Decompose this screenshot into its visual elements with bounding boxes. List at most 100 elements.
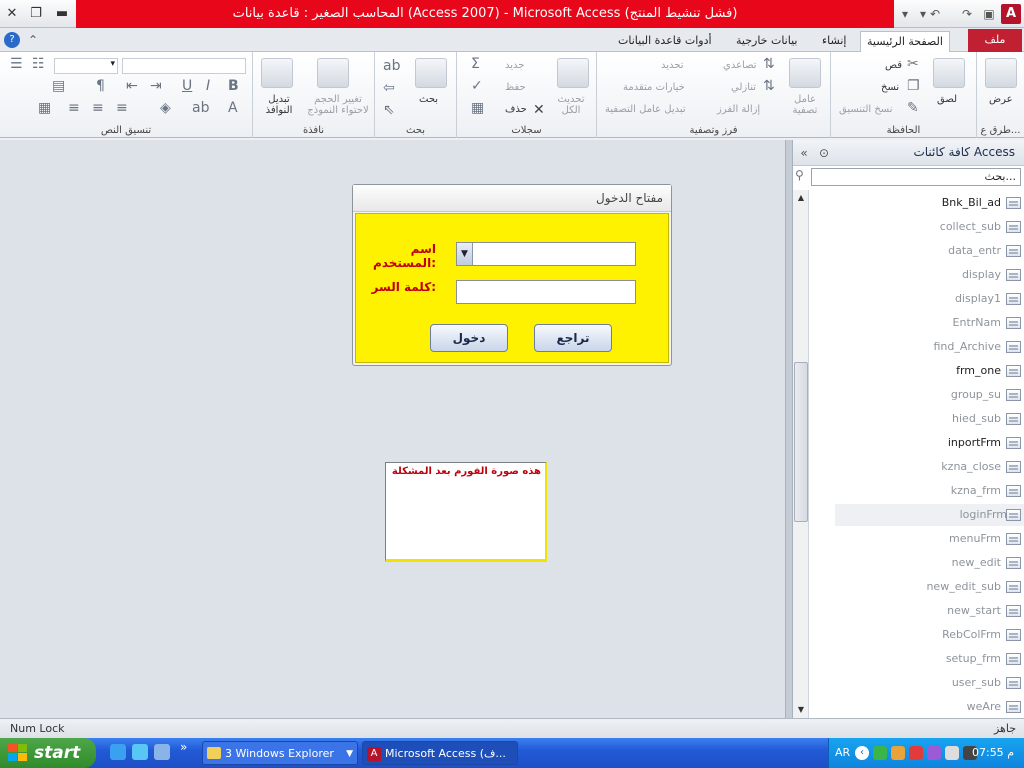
- highlight-icon[interactable]: ab: [192, 100, 209, 116]
- nav-item-loginfrm[interactable]: loginFrm: [835, 504, 1024, 526]
- nav-item-user-sub[interactable]: user_sub: [821, 672, 1001, 694]
- increase-indent-icon[interactable]: ⇥: [150, 78, 162, 94]
- nav-item-hied-sub[interactable]: hied_sub: [821, 408, 1001, 430]
- nav-pane-title[interactable]: كافة كائنات Access: [913, 145, 1015, 159]
- nav-scrollbar[interactable]: ▲ ▼: [793, 190, 809, 718]
- paintbrush-icon[interactable]: ✎: [907, 100, 919, 116]
- format-painter-label[interactable]: نسخ التنسيق: [839, 104, 892, 115]
- undo-icon[interactable]: ↶: [926, 5, 944, 23]
- tab-external-data[interactable]: بيانات خارجية: [730, 31, 803, 52]
- new-record-label[interactable]: جديد: [505, 60, 524, 71]
- restore-window-icon[interactable]: ❐: [26, 4, 46, 24]
- switch-windows-icon[interactable]: [261, 58, 293, 88]
- fill-color-icon[interactable]: ◈: [160, 100, 171, 116]
- nav-item-new-edit-sub[interactable]: new_edit_sub: [821, 576, 1001, 598]
- tray-expand-icon[interactable]: ‹: [855, 746, 869, 760]
- align-center-icon[interactable]: ≡: [92, 100, 104, 116]
- scroll-down-icon[interactable]: ▼: [795, 704, 807, 716]
- italic-icon[interactable]: I: [206, 78, 210, 94]
- cancel-button[interactable]: تراجع: [534, 324, 612, 352]
- more-icon[interactable]: ▦: [471, 100, 484, 116]
- replace-icon[interactable]: ab: [383, 58, 400, 74]
- decrease-indent-icon[interactable]: ⇤: [126, 78, 138, 94]
- tab-database-tools[interactable]: أدوات قاعدة البيانات: [612, 31, 718, 52]
- username-dropdown-icon[interactable]: ▼: [457, 243, 473, 265]
- font-size-combo[interactable]: ▾: [54, 58, 118, 74]
- start-button[interactable]: start: [0, 738, 96, 768]
- collapse-pane-icon[interactable]: «: [795, 144, 813, 162]
- size-to-fit-label[interactable]: تغيير الحجم لاحتواء النموذج: [303, 94, 373, 116]
- task-access[interactable]: A Microsoft Access (ف...: [362, 741, 518, 765]
- ie-icon[interactable]: [110, 744, 126, 760]
- scroll-up-icon[interactable]: ▲: [795, 192, 807, 204]
- toggle-filter-label[interactable]: تبديل عامل التصفية: [605, 104, 686, 115]
- nav-item-group-su[interactable]: group_su: [821, 384, 1001, 406]
- nav-menu-icon[interactable]: ⊙: [815, 144, 833, 162]
- save-icon[interactable]: ▣: [980, 5, 998, 23]
- align-right-icon[interactable]: ≡: [116, 100, 128, 116]
- nav-item-display1[interactable]: display1: [821, 288, 1001, 310]
- gridlines-icon[interactable]: ▤: [52, 78, 65, 94]
- scroll-thumb[interactable]: [794, 362, 808, 522]
- copy-label[interactable]: نسخ: [881, 82, 899, 93]
- underline-icon[interactable]: U: [182, 78, 192, 94]
- minimize-ribbon-icon[interactable]: ⌃: [24, 31, 42, 49]
- nav-item-bnk-bil-ad[interactable]: Bnk_Bil_ad: [821, 192, 1001, 214]
- scissors-icon[interactable]: ✂: [907, 56, 919, 72]
- view-label[interactable]: عرض: [989, 94, 1013, 105]
- media-player-icon[interactable]: [154, 744, 170, 760]
- help-icon[interactable]: ?: [4, 32, 20, 48]
- delete-icon[interactable]: ✕: [533, 102, 545, 118]
- binoculars-icon[interactable]: [415, 58, 447, 88]
- nav-item-kzna-close[interactable]: kzna_close: [821, 456, 1001, 478]
- switch-windows-label[interactable]: تبديل النوافذ: [257, 94, 301, 116]
- view-icon[interactable]: [985, 58, 1017, 88]
- font-color-icon[interactable]: A: [228, 100, 238, 116]
- username-combo[interactable]: ▼: [456, 242, 636, 266]
- nav-item-setup-frm[interactable]: setup_frm: [821, 648, 1001, 670]
- volume-icon[interactable]: [945, 746, 959, 760]
- save-record-label[interactable]: حفظ: [505, 82, 526, 93]
- language-indicator[interactable]: AR: [835, 746, 850, 759]
- descending-label[interactable]: تنازلي: [731, 82, 756, 93]
- selection-label[interactable]: تحديد: [661, 60, 684, 71]
- sort-descending-icon[interactable]: ⇅: [763, 78, 775, 94]
- select-icon[interactable]: ⇖: [383, 102, 395, 118]
- search-icon[interactable]: ⚲: [795, 168, 804, 182]
- nav-item-menufrm[interactable]: menuFrm: [821, 528, 1001, 550]
- size-to-fit-icon[interactable]: [317, 58, 349, 88]
- tab-file[interactable]: ملف: [968, 29, 1022, 52]
- nav-item-entrnam[interactable]: EntrNam: [821, 312, 1001, 334]
- filter-icon[interactable]: [789, 58, 821, 88]
- ascending-label[interactable]: تصاعدي: [723, 60, 757, 71]
- nav-search-input[interactable]: بحث...: [811, 168, 1021, 186]
- nav-item-data-entr[interactable]: data_entr: [821, 240, 1001, 262]
- tab-create[interactable]: إنشاء: [816, 31, 852, 52]
- antivirus-icon[interactable]: [909, 746, 923, 760]
- delete-record-label[interactable]: حذف: [505, 104, 527, 115]
- password-field[interactable]: [456, 280, 636, 304]
- totals-icon[interactable]: Σ: [471, 56, 480, 72]
- nav-item-collect-sub[interactable]: collect_sub: [821, 216, 1001, 238]
- close-window-icon[interactable]: ✕: [2, 4, 22, 24]
- advanced-label[interactable]: خيارات متقدمة: [623, 82, 685, 93]
- numbering-icon[interactable]: ☷: [32, 56, 45, 72]
- align-left-icon[interactable]: ≡: [68, 100, 80, 116]
- nav-item-frm-one[interactable]: frm_one: [821, 360, 1001, 382]
- network-icon[interactable]: [873, 746, 887, 760]
- paste-icon[interactable]: [933, 58, 965, 88]
- access-app-icon[interactable]: A: [1001, 4, 1021, 24]
- nav-item-kzna-frm[interactable]: kzna_frm: [821, 480, 1001, 502]
- bullets-icon[interactable]: ☰: [10, 56, 23, 72]
- messenger-icon[interactable]: [132, 744, 148, 760]
- tray-app2-icon[interactable]: [927, 746, 941, 760]
- bold-icon[interactable]: B: [228, 78, 239, 94]
- nav-item-inportfrm[interactable]: inportFrm: [821, 432, 1001, 454]
- sort-ascending-icon[interactable]: ⇅: [763, 56, 775, 72]
- ltr-icon[interactable]: ¶: [96, 78, 105, 94]
- cut-label[interactable]: قص: [885, 60, 902, 71]
- filter-label[interactable]: عامل تصفية: [785, 94, 825, 116]
- refresh-all-icon[interactable]: [557, 58, 589, 88]
- paste-label[interactable]: لصق: [937, 94, 957, 105]
- copy-icon[interactable]: ❐: [907, 78, 920, 94]
